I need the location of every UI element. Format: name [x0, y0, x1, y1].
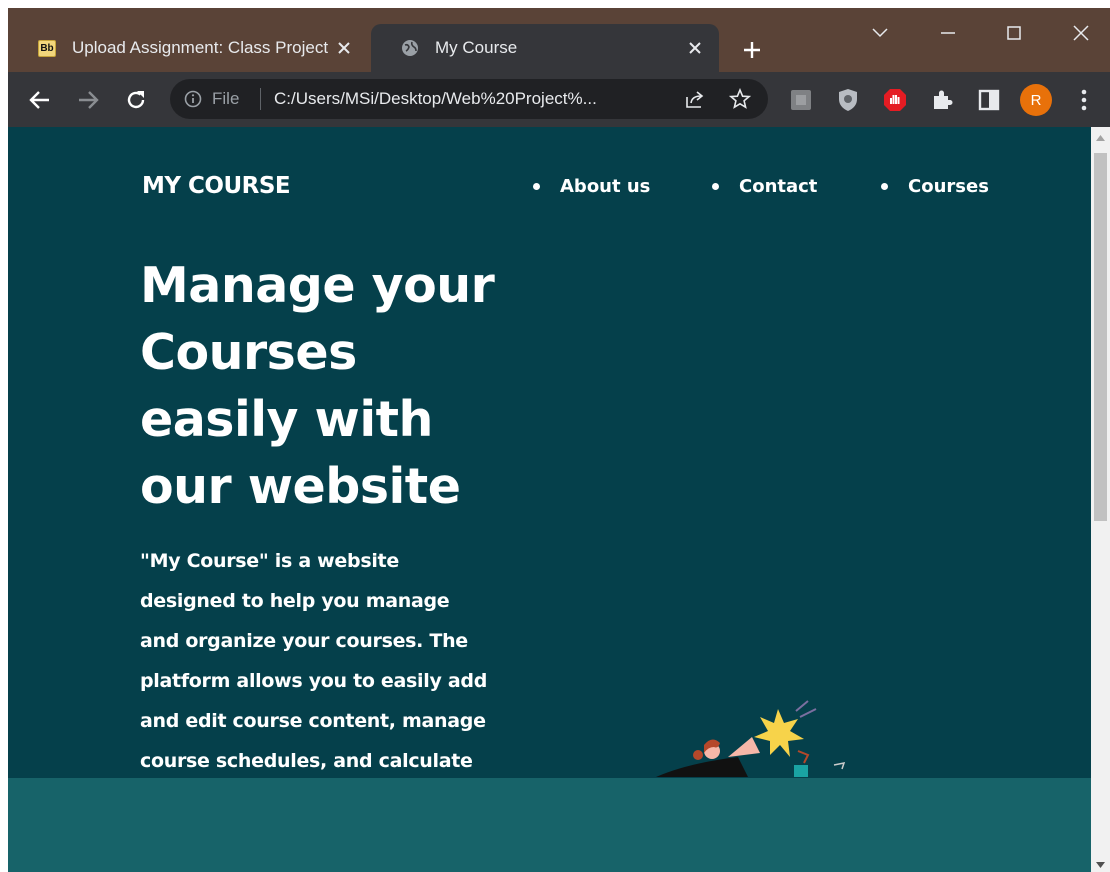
hero-description-line: and organize your courses. The — [140, 630, 468, 652]
maximize-button[interactable] — [1000, 22, 1028, 44]
new-tab-button[interactable] — [738, 36, 766, 64]
scroll-down-arrow-icon[interactable] — [1095, 860, 1106, 870]
bullet-icon — [533, 183, 540, 190]
nav-item-courses[interactable]: Courses — [881, 176, 989, 197]
info-icon[interactable] — [184, 90, 202, 108]
tab-strip: Bb Upload Assignment: Class Project My C… — [8, 8, 1110, 72]
nav-item-contact[interactable]: Contact — [712, 176, 817, 197]
url-text[interactable]: C:/Users/MSi/Desktop/Web%20Project%... — [274, 89, 597, 109]
hero-description-line: "My Course" is a website — [140, 550, 399, 572]
browser-toolbar: File C:/Users/MSi/Desktop/Web%20Project%… — [8, 72, 1110, 127]
bookmark-star-icon[interactable] — [728, 87, 752, 114]
share-icon[interactable] — [684, 89, 706, 113]
hero-title-line: Manage your — [140, 257, 495, 314]
tab-my-course[interactable]: My Course — [371, 24, 719, 72]
nav-label: Contact — [739, 176, 818, 197]
tab-upload-assignment[interactable]: Bb Upload Assignment: Class Project — [8, 24, 368, 72]
close-icon[interactable] — [332, 36, 356, 60]
browser-window: Bb Upload Assignment: Class Project My C… — [8, 8, 1110, 872]
globe-icon — [401, 39, 419, 57]
reload-button[interactable] — [122, 86, 150, 114]
blackboard-icon: Bb — [38, 39, 56, 57]
page-viewport: MY COURSE About us Contact Courses Manag… — [8, 127, 1091, 872]
nav-label: Courses — [908, 176, 989, 197]
extensions-puzzle-icon[interactable] — [929, 87, 955, 113]
bullet-icon — [881, 183, 888, 190]
hero-description-line: platform allows you to easily add — [140, 670, 487, 692]
nav-label: About us — [560, 176, 651, 197]
minimize-button[interactable] — [934, 22, 962, 44]
content-band — [8, 778, 1091, 872]
bullet-icon — [712, 183, 719, 190]
hero-title: Manage your Courses easily with our webs… — [140, 252, 540, 520]
hero-description-line: course schedules, and calculate — [140, 750, 473, 772]
menu-kebab-icon[interactable] — [1071, 87, 1097, 113]
adblock-icon[interactable] — [882, 87, 908, 113]
profile-avatar[interactable]: R — [1020, 84, 1052, 116]
back-button[interactable] — [26, 86, 54, 114]
hero-description-line: and edit course content, manage — [140, 710, 486, 732]
scrollbar-thumb[interactable] — [1094, 153, 1107, 521]
forward-button[interactable] — [74, 86, 102, 114]
hero-description-line: designed to help you manage — [140, 590, 450, 612]
tab-search-button[interactable] — [866, 22, 894, 44]
tab-title: My Course — [435, 38, 518, 57]
tab-title: Upload Assignment: Class Project — [72, 38, 328, 57]
divider — [260, 88, 261, 110]
hero-description: "My Course" is a website designed to hel… — [140, 541, 500, 781]
hero-title-line: Courses — [140, 324, 357, 381]
scheme-label: File — [212, 89, 240, 108]
hero-title-line: easily with — [140, 391, 433, 448]
close-icon[interactable] — [683, 36, 707, 60]
shield-icon[interactable] — [835, 87, 861, 113]
scroll-up-arrow-icon[interactable] — [1095, 133, 1106, 143]
site-logo[interactable]: MY COURSE — [142, 173, 291, 199]
extension-icon[interactable] — [788, 87, 814, 113]
page-scrollbar[interactable] — [1091, 127, 1110, 872]
side-panel-icon[interactable] — [976, 87, 1002, 113]
nav-item-about[interactable]: About us — [533, 176, 650, 197]
address-bar[interactable]: File C:/Users/MSi/Desktop/Web%20Project%… — [170, 79, 768, 119]
hero-title-line: our website — [140, 458, 461, 515]
hero-illustration — [656, 700, 846, 777]
close-window-button[interactable] — [1067, 22, 1095, 44]
